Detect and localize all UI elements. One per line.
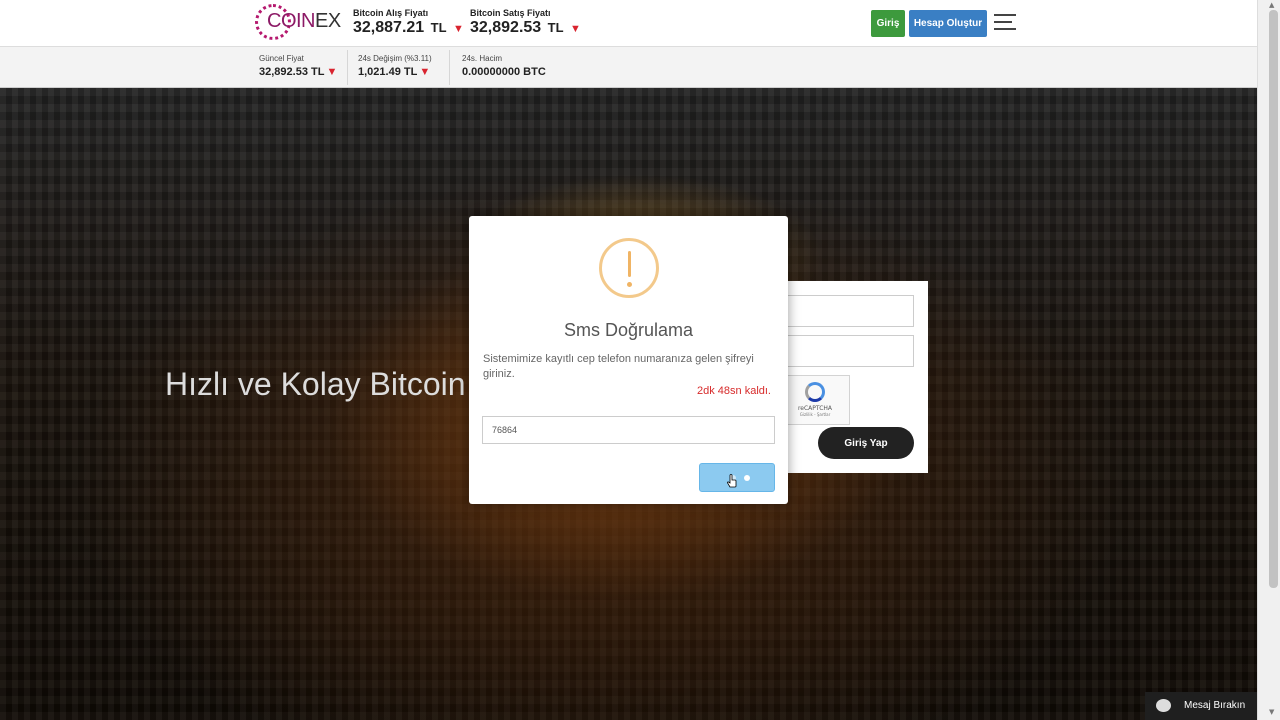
buy-price-value-row: 32,887.21 TL ▼: [353, 19, 464, 37]
stat-divider: [347, 50, 348, 85]
login-button[interactable]: Giriş: [871, 10, 905, 37]
sell-price-label: Bitcoin Satış Fiyatı: [470, 8, 551, 18]
stat-current-price: Güncel Fiyat 32,892.53 TL ▼: [259, 54, 345, 82]
stat-divider: [449, 50, 450, 85]
stat-label: 24s. Hacim: [462, 54, 503, 63]
stat-24h-change: 24s Değişim (%3.11) 1,021.49 TL ▼: [358, 54, 440, 82]
buy-price-currency: TL: [430, 20, 447, 35]
logo-text-coin: COIN: [267, 10, 316, 32]
modal-message: Sistemimize kayıtlı cep telefon numaranı…: [483, 353, 754, 380]
scroll-thumb[interactable]: [1269, 10, 1278, 588]
countdown-timer: 2dk 48sn kaldı.: [697, 385, 771, 397]
recaptcha-widget[interactable]: reCAPTCHA Gizlilik - Şartlar: [780, 375, 850, 425]
buy-price-label: Bitcoin Alış Fiyatı: [353, 8, 429, 18]
hamburger-menu-icon[interactable]: [994, 13, 1016, 31]
login-submit-button[interactable]: Giriş Yap: [818, 427, 914, 459]
hand-cursor-icon: [727, 474, 737, 488]
warning-icon: [599, 238, 659, 298]
scroll-down-arrow-icon[interactable]: ▼: [1269, 708, 1274, 716]
recaptcha-label: reCAPTCHA: [797, 405, 833, 412]
logo-text: COINEX: [267, 10, 341, 33]
chat-bubble-icon: [1156, 699, 1171, 712]
modal-title: Sms Doğrulama: [563, 320, 694, 340]
sms-code-value: 76864: [492, 425, 518, 435]
buy-price-block: Bitcoin Alış Fiyatı 32,887.21 TL ▼: [353, 8, 464, 37]
login-username-input[interactable]: [780, 295, 914, 327]
recaptcha-links[interactable]: Gizlilik - Şartlar: [781, 412, 849, 417]
buy-price-value: 32,887.21: [353, 19, 425, 36]
confirm-button[interactable]: [699, 463, 775, 492]
register-button[interactable]: Hesap Oluştur: [909, 10, 987, 37]
scroll-up-arrow-icon[interactable]: ▲: [1269, 1, 1274, 9]
chevron-down-icon: ▼: [326, 66, 338, 78]
page-scrollbar[interactable]: ▲ ▼: [1257, 0, 1280, 720]
sell-price-currency: TL: [547, 20, 564, 35]
chat-label: Mesaj Bırakın: [1184, 700, 1246, 711]
stat-label: 24s Değişim (%3.11): [358, 54, 432, 63]
stat-value-row: 1,021.49 TL ▼: [358, 66, 432, 78]
chevron-down-icon: ▼: [569, 23, 581, 35]
top-header: COINEX Bitcoin Alış Fiyatı 32,887.21 TL …: [0, 0, 1257, 47]
login-password-input[interactable]: [780, 335, 914, 367]
market-stats-bar: Güncel Fiyat 32,892.53 TL ▼ 24s Değişim (…: [0, 47, 1257, 88]
recaptcha-icon: [805, 382, 825, 402]
stat-24h-volume: 24s. Hacim 0.00000000 BTC: [462, 54, 554, 82]
hero-title: Hızlı ve Kolay Bitcoin: [165, 366, 466, 402]
stat-value-row: 32,892.53 TL ▼: [259, 66, 337, 78]
stat-value: 0.00000000 BTC: [462, 66, 546, 78]
sms-verification-modal: Sms Doğrulama Sistemimize kayıtlı cep te…: [469, 216, 788, 504]
logo-text-ex: EX: [315, 10, 341, 32]
chevron-down-icon: ▼: [452, 23, 464, 35]
stat-label: Güncel Fiyat: [259, 54, 304, 63]
stat-value: 1,021.49 TL: [358, 66, 418, 78]
sell-price-value: 32,892.53: [470, 19, 542, 36]
sell-price-block: Bitcoin Satış Fiyatı 32,892.53 TL ▼: [470, 8, 581, 37]
leave-message-chat-widget[interactable]: Mesaj Bırakın: [1145, 692, 1257, 720]
sms-code-input[interactable]: 76864: [482, 416, 775, 444]
chevron-down-icon: ▼: [419, 66, 431, 78]
sell-price-value-row: 32,892.53 TL ▼: [470, 19, 581, 37]
stat-value: 32,892.53 TL: [259, 66, 325, 78]
coinex-logo[interactable]: COINEX: [255, 4, 341, 42]
